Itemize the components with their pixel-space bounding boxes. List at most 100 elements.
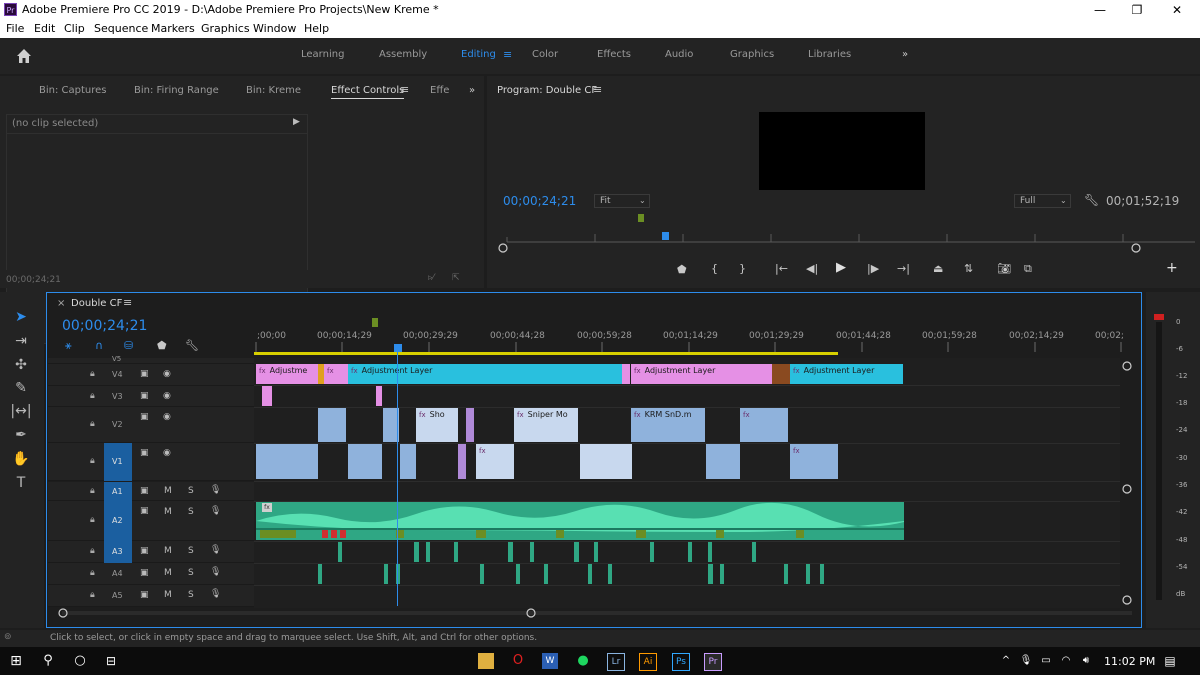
timeline-clip[interactable] xyxy=(348,444,382,479)
timeline-clip[interactable]: fx Adjustment Layer xyxy=(348,364,622,384)
timeline-clip[interactable] xyxy=(772,364,790,384)
fit-dropdown[interactable]: Fit ⌄ xyxy=(594,194,650,208)
mute-button[interactable]: M xyxy=(164,546,172,556)
play-triangle-icon[interactable]: ▶ xyxy=(293,117,300,127)
tab-effects[interactable]: Effe xyxy=(430,85,449,96)
timeline-clip[interactable]: fx xyxy=(790,444,838,479)
mute-button[interactable]: M xyxy=(164,486,172,496)
solo-button[interactable]: S xyxy=(188,507,194,517)
workspace-menu-icon[interactable]: ≡ xyxy=(503,48,512,61)
workspace-learning[interactable]: Learning xyxy=(301,49,344,60)
solo-button[interactable]: S xyxy=(188,568,194,578)
panel-more-button[interactable]: » xyxy=(469,85,475,96)
word-icon[interactable]: W xyxy=(542,653,558,669)
solo-button[interactable]: S xyxy=(188,546,194,556)
microphone-icon[interactable]: 🎙︎ xyxy=(1018,653,1034,669)
lock-icon[interactable]: 🔒︎ xyxy=(90,568,95,578)
ripple-edit-tool-icon[interactable]: ✣ xyxy=(10,356,32,374)
step-back-icon[interactable]: ◀| xyxy=(806,262,818,275)
timeline-clip[interactable] xyxy=(400,444,416,479)
type-tool-icon[interactable]: T xyxy=(10,474,32,492)
lock-icon[interactable]: 🔒︎ xyxy=(90,590,95,600)
menu-file[interactable]: File xyxy=(6,22,24,35)
settings-wrench-icon[interactable]: 🔧︎ xyxy=(1084,193,1099,207)
vertical-scrollbar[interactable] xyxy=(1120,358,1134,608)
lift-icon[interactable]: ⏏︎ xyxy=(933,262,943,275)
lock-icon[interactable]: 🔒︎ xyxy=(90,515,95,525)
mute-button[interactable]: M xyxy=(164,507,172,517)
timeline-clip[interactable]: fx Adjustme xyxy=(256,364,318,384)
windows-start-icon[interactable]: ⊞ xyxy=(8,653,24,669)
nest-icon[interactable]: ⚹ xyxy=(65,339,72,353)
program-timecode[interactable]: 00;00;24;21 xyxy=(503,194,576,208)
go-to-in-icon[interactable]: |← xyxy=(775,262,788,275)
linked-selection-icon[interactable]: ⛁ xyxy=(124,339,133,352)
tab-effect-controls[interactable]: Effect Controls xyxy=(331,85,405,99)
close-sequence-icon[interactable]: × xyxy=(57,298,65,309)
lock-icon[interactable]: 🔒︎ xyxy=(90,391,95,401)
workspace-color[interactable]: Color xyxy=(532,49,558,60)
timeline-clip[interactable] xyxy=(376,386,382,406)
snap-magnet-icon[interactable]: ∩ xyxy=(95,339,103,352)
timeline-clip[interactable] xyxy=(580,444,632,479)
workspace-assembly[interactable]: Assembly xyxy=(379,49,427,60)
pen-tool-icon[interactable]: ✒ xyxy=(10,426,32,444)
timeline-clip[interactable] xyxy=(458,444,466,479)
lock-icon[interactable]: 🔒︎ xyxy=(90,419,95,429)
microphone-icon[interactable]: 🎙︎ xyxy=(210,485,221,495)
chevron-up-icon[interactable]: ^ xyxy=(998,653,1014,669)
wifi-icon[interactable]: ◠ xyxy=(1058,653,1074,669)
volume-icon[interactable]: 🔊︎ xyxy=(1078,653,1094,669)
extract-icon[interactable]: ⇅ xyxy=(964,262,973,275)
timeline-clip[interactable]: fx xyxy=(476,444,514,479)
timeline-clip[interactable]: fx Sniper Mo xyxy=(514,408,578,442)
menu-clip[interactable]: Clip xyxy=(64,22,85,35)
microphone-icon[interactable]: 🎙︎ xyxy=(210,545,221,555)
timeline-clip[interactable]: fx Adjustment Layer xyxy=(631,364,772,384)
search-icon[interactable]: ⚲ xyxy=(40,653,56,669)
timeline-clip[interactable]: fx xyxy=(324,364,348,384)
film-sync-icon[interactable]: ▣ xyxy=(140,412,149,422)
timeline-ruler[interactable] xyxy=(254,316,1124,358)
go-to-out-icon[interactable]: →| xyxy=(897,262,910,275)
solo-button[interactable]: S xyxy=(188,486,194,496)
timeline-clip[interactable] xyxy=(622,364,630,384)
timeline-clip[interactable]: fx KRM SnD.m xyxy=(631,408,705,442)
mark-in-icon[interactable]: { xyxy=(711,262,718,275)
microphone-icon[interactable]: 🎙︎ xyxy=(210,506,221,516)
workspace-audio[interactable]: Audio xyxy=(665,49,693,60)
workspace-editing[interactable]: Editing xyxy=(461,49,496,60)
workspace-graphics[interactable]: Graphics xyxy=(730,49,774,60)
close-button[interactable]: ✕ xyxy=(1154,0,1200,20)
battery-icon[interactable]: ▭ xyxy=(1038,653,1054,669)
eye-icon[interactable]: ◉ xyxy=(163,391,171,401)
menu-edit[interactable]: Edit xyxy=(34,22,55,35)
selection-tool-icon[interactable]: ➤ xyxy=(10,308,32,326)
program-menu-icon[interactable]: ≡ xyxy=(593,83,602,96)
add-marker-icon[interactable]: ⬟ xyxy=(677,263,687,276)
mute-button[interactable]: M xyxy=(164,568,172,578)
mute-button[interactable]: M xyxy=(164,590,172,600)
lock-icon[interactable]: 🔒︎ xyxy=(90,456,95,466)
sequence-tab[interactable]: Double CF xyxy=(71,298,122,309)
add-marker-icon[interactable]: ⬟ xyxy=(157,339,167,352)
step-forward-icon[interactable]: |▶ xyxy=(867,262,879,275)
workspace-more-button[interactable]: » xyxy=(902,49,908,60)
mark-out-icon[interactable]: } xyxy=(739,262,746,275)
button-editor-plus-icon[interactable]: + xyxy=(1166,260,1178,276)
lock-icon[interactable]: 🔒︎ xyxy=(90,369,95,379)
export-frame-camera-icon[interactable]: 📷︎ xyxy=(997,262,1011,275)
microphone-icon[interactable]: 🎙︎ xyxy=(210,567,221,577)
export-icon[interactable]: ⇱ xyxy=(452,273,460,283)
horizontal-scrollbar[interactable] xyxy=(56,606,1136,620)
timeline-clip[interactable] xyxy=(318,408,346,442)
tab-bin-kreme[interactable]: Bin: Kreme xyxy=(246,85,301,96)
hand-tool-icon[interactable]: ✋ xyxy=(10,450,32,468)
film-sync-icon[interactable]: ▣ xyxy=(140,568,149,578)
slip-tool-icon[interactable]: |↔| xyxy=(10,402,32,420)
workspace-libraries[interactable]: Libraries xyxy=(808,49,851,60)
filter-icon[interactable]: ▹⁄ xyxy=(428,273,434,283)
workspace-effects[interactable]: Effects xyxy=(597,49,631,60)
razor-tool-icon[interactable]: ✎ xyxy=(10,379,32,397)
comparison-view-icon[interactable]: ⧉ xyxy=(1024,262,1032,276)
